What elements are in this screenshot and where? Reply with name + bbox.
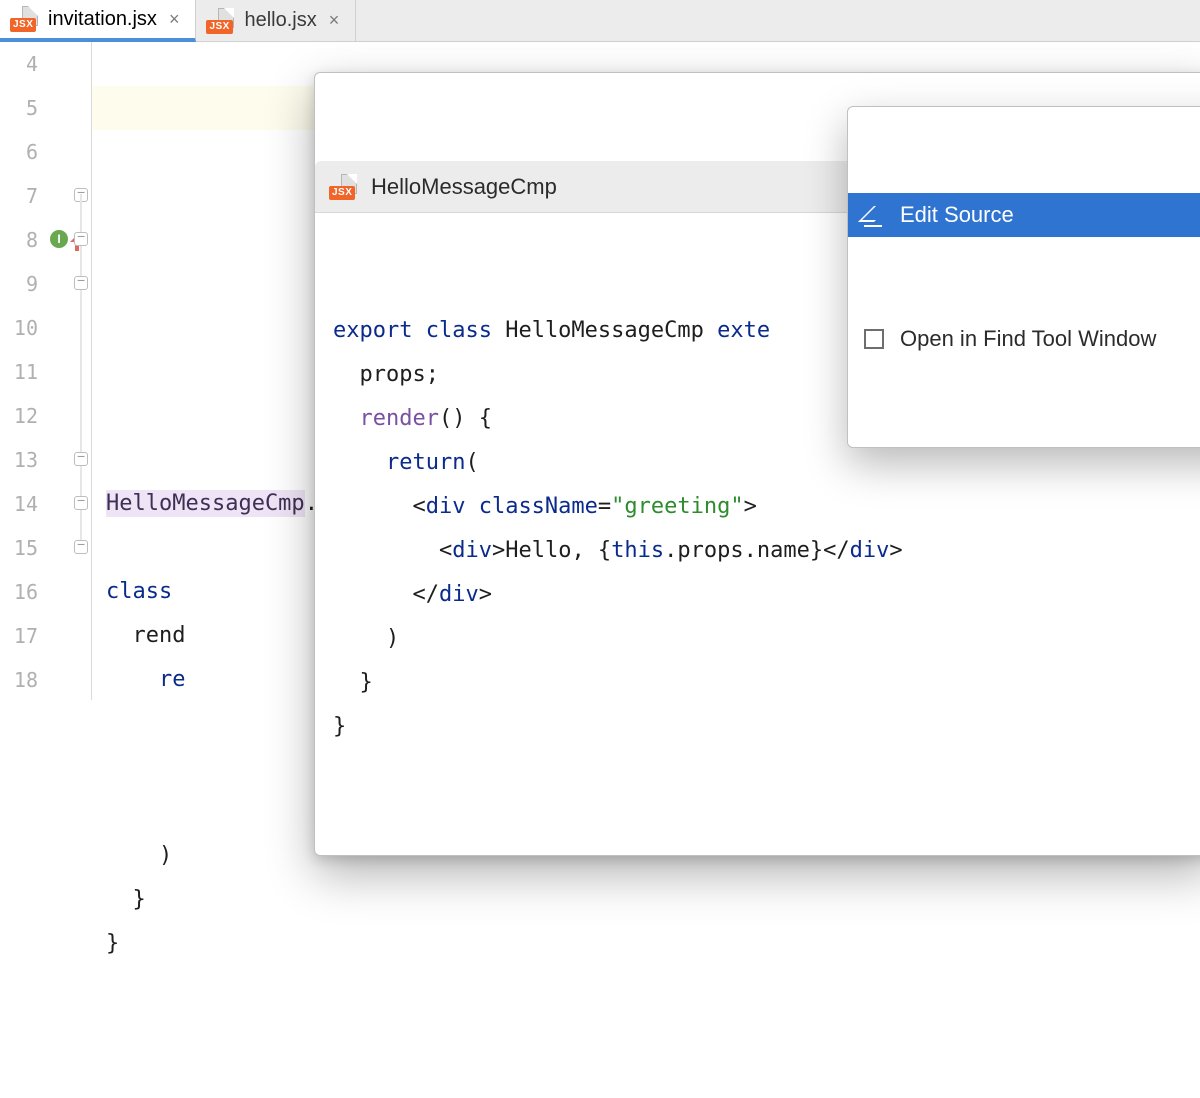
- popup-code-line[interactable]: }: [333, 705, 1195, 749]
- line-number: 16: [0, 570, 38, 614]
- line-number: 15: [0, 526, 38, 570]
- jsx-file-icon: JSX: [329, 176, 357, 198]
- menu-item-label: Edit Source: [900, 195, 1014, 235]
- line-number: 12: [0, 394, 38, 438]
- editor-tabstrip: JSX invitation.jsx × JSX hello.jsx ×: [0, 0, 1200, 42]
- line-number: 4: [0, 42, 38, 86]
- code-area[interactable]: JSX HelloMessageCmp react-project-exampl…: [92, 42, 1200, 700]
- tab-label: hello.jsx: [244, 9, 316, 32]
- fold-toggle-icon[interactable]: [74, 540, 88, 554]
- line-number: 13: [0, 438, 38, 482]
- popup-code-line[interactable]: </div>: [333, 573, 1195, 617]
- jsx-file-icon: JSX: [10, 8, 38, 30]
- implements-gutter-icon[interactable]: I: [50, 230, 68, 248]
- edit-icon: [862, 203, 886, 227]
- line-number-gutter: 4 5 6 7 8 9 10 11 12 13 14 15 16 17 18: [0, 42, 46, 700]
- line-number: 17: [0, 614, 38, 658]
- close-icon[interactable]: ×: [327, 10, 342, 31]
- popup-code-line[interactable]: <div className="greeting">: [333, 485, 1195, 529]
- fold-toggle-icon[interactable]: [74, 496, 88, 510]
- jsx-file-icon: JSX: [206, 10, 234, 32]
- line-number: 9: [0, 262, 38, 306]
- popup-code-line[interactable]: ): [333, 617, 1195, 661]
- code-line[interactable]: [106, 1010, 1200, 1054]
- tab-hello[interactable]: JSX hello.jsx ×: [196, 0, 356, 41]
- popup-code-line[interactable]: <div>Hello, {this.props.name}</div>: [333, 529, 1195, 573]
- line-number: 18: [0, 658, 38, 702]
- tab-label: invitation.jsx: [48, 8, 157, 31]
- line-number: 8: [0, 218, 38, 262]
- popup-title: HelloMessageCmp: [371, 165, 557, 209]
- line-number: 6: [0, 130, 38, 174]
- code-line[interactable]: }: [106, 922, 1200, 966]
- fold-toggle-icon[interactable]: [74, 232, 88, 246]
- line-number: 14: [0, 482, 38, 526]
- fold-toggle-icon[interactable]: [74, 452, 88, 466]
- code-line[interactable]: }: [106, 878, 1200, 922]
- fold-toggle-icon[interactable]: [74, 276, 88, 290]
- line-number: 10: [0, 306, 38, 350]
- line-number: 7: [0, 174, 38, 218]
- menu-item-open-find-window[interactable]: Open in Find Tool Window: [848, 317, 1200, 361]
- popup-code-line[interactable]: }: [333, 661, 1195, 705]
- code-line[interactable]: [106, 966, 1200, 1010]
- code-editor[interactable]: 4 5 6 7 8 9 10 11 12 13 14 15 16 17 18 I: [0, 42, 1200, 700]
- code-line[interactable]: [106, 1054, 1200, 1098]
- line-number: 11: [0, 350, 38, 394]
- tab-invitation[interactable]: JSX invitation.jsx ×: [0, 0, 196, 42]
- find-window-icon: [862, 327, 886, 351]
- popup-context-menu[interactable]: Edit Source ⌘↓ Open in Find Tool Window: [847, 106, 1200, 448]
- menu-item-label: Open in Find Tool Window: [900, 319, 1156, 359]
- menu-item-edit-source[interactable]: Edit Source ⌘↓: [848, 193, 1200, 237]
- close-icon[interactable]: ×: [167, 9, 182, 30]
- marker-gutter: I: [46, 42, 92, 700]
- line-number: 5: [0, 86, 38, 130]
